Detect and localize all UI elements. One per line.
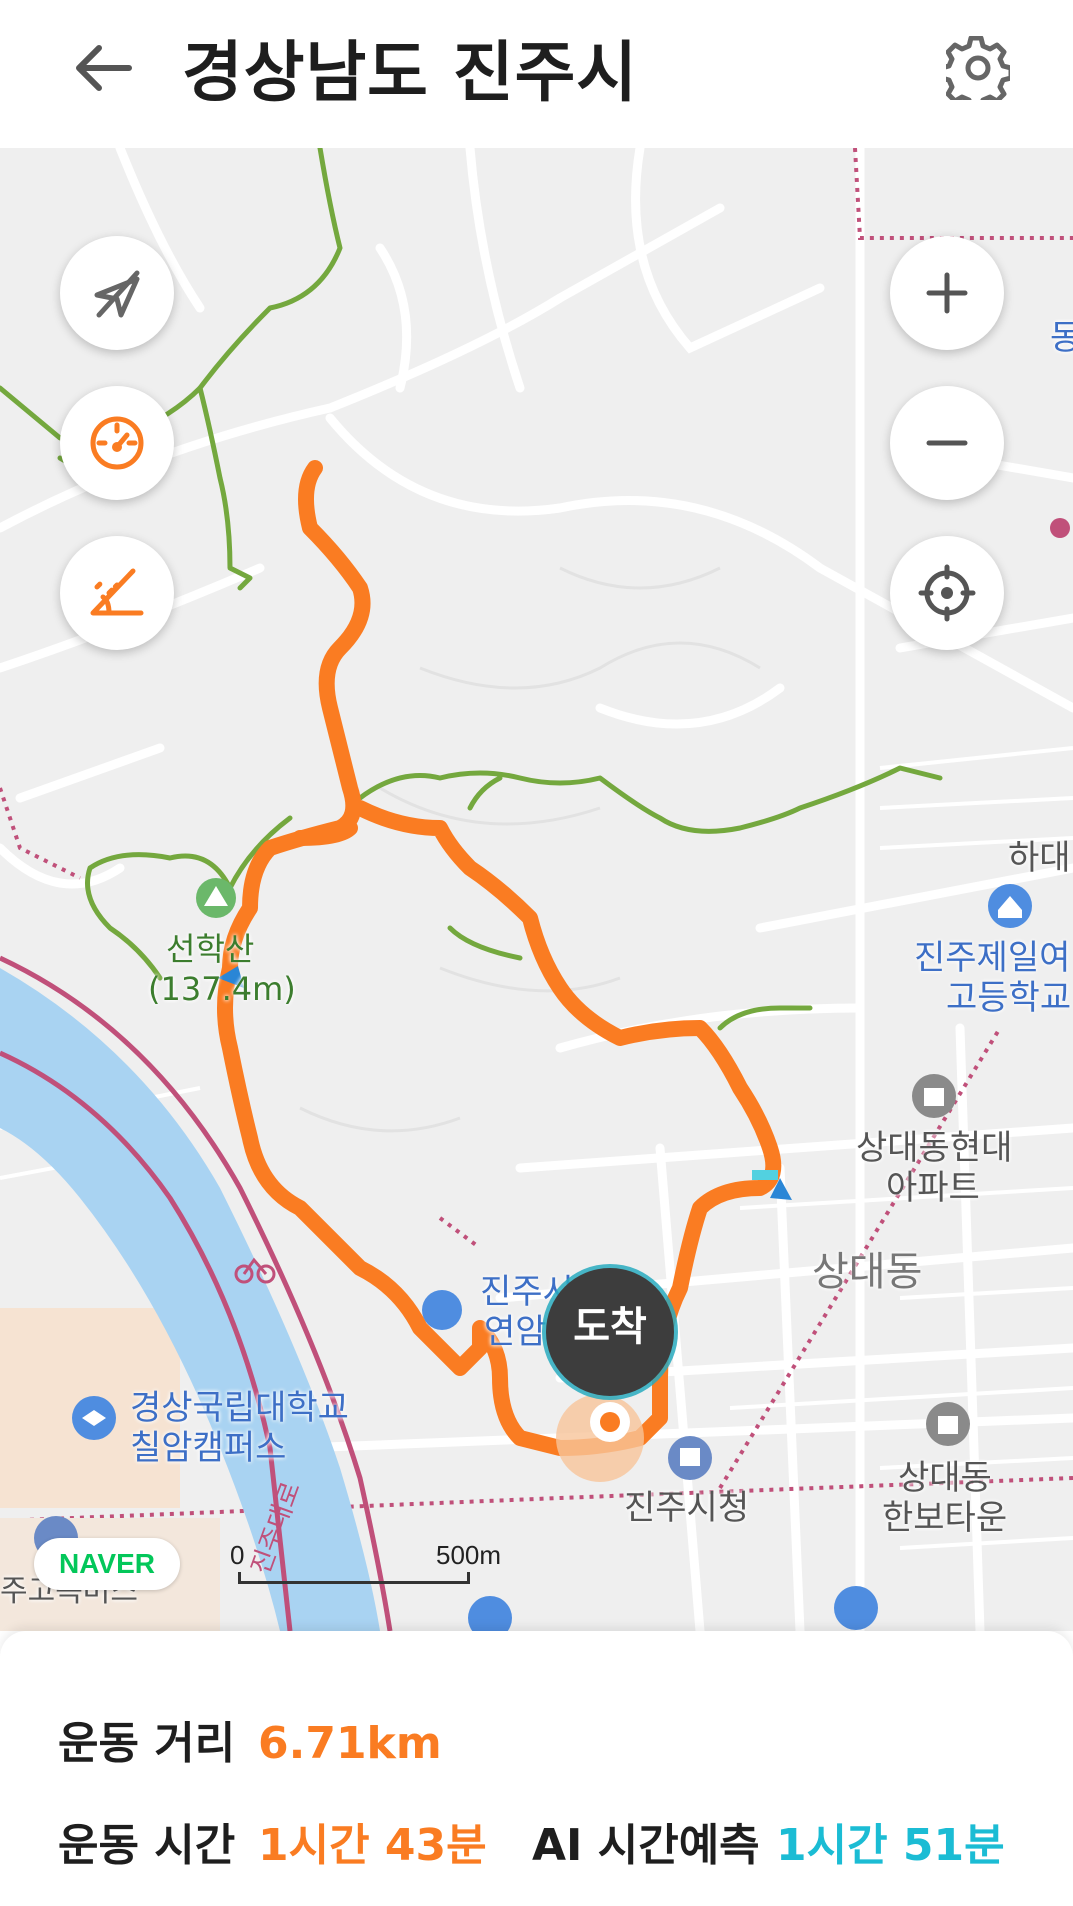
arrow-left-icon [76, 45, 132, 91]
time-label: 운동 시간 [58, 1820, 236, 1871]
apt2-line2-label: 한보타운 [882, 1498, 1008, 1538]
map-scale: 0 500m [230, 1540, 501, 1588]
ai-estimate-value: 1시간 51분 [776, 1820, 1005, 1871]
scale-max-label: 500m [436, 1540, 502, 1570]
stats-panel: 운동 거리 6.71km 운동 시간 1시간 43분 AI 시간예측 1시간 5… [0, 1631, 1073, 1906]
apt1-line2-label: 아파트 [886, 1168, 980, 1208]
peak-name-label: 선학산 [166, 930, 255, 968]
district-sangdae-label: 상대동 [812, 1249, 923, 1295]
distance-label: 운동 거리 [58, 1718, 236, 1769]
naver-logo[interactable]: NAVER [34, 1538, 180, 1590]
scale-zero-label: 0 [230, 1540, 245, 1570]
partial-label-2: 연암 [484, 1312, 547, 1352]
arrival-label: 도착 [573, 1304, 647, 1350]
district-hadae-label: 하대 [1008, 838, 1071, 878]
apt1-line1-label: 상대동현대 [856, 1128, 1013, 1168]
back-button[interactable] [62, 28, 142, 108]
time-value: 1시간 43분 [258, 1820, 487, 1871]
compass-slash-icon [94, 270, 140, 318]
distance-value: 6.71km [258, 1718, 442, 1769]
page-title: 경상남도 진주시 [182, 34, 639, 111]
university-line1-label: 경상국립대학교 [130, 1388, 349, 1428]
my-location-button[interactable] [890, 536, 1004, 650]
plus-icon [926, 272, 968, 314]
gear-icon [946, 36, 1010, 100]
school-line2-label: 고등학교 [946, 978, 1072, 1018]
app-header: 경상남도 진주시 [0, 0, 1073, 148]
crosshair-icon [918, 564, 976, 622]
map-view[interactable]: 선학산 (137.4m) 하대 진주제일여 고등학교 상대동현대 아파트 상대동… [0, 148, 1073, 1631]
school-line1-label: 진주제일여 [914, 938, 1071, 978]
city-hall-label: 진주시청 [624, 1488, 750, 1528]
speed-button[interactable] [60, 386, 174, 500]
partial-right-top-label: 동 [1050, 318, 1073, 358]
ai-estimate-label: AI 시간예측 [532, 1820, 760, 1871]
slope-angle-icon [90, 568, 144, 616]
scale-line [238, 1572, 470, 1584]
compass-off-button[interactable] [60, 236, 174, 350]
minus-icon [926, 440, 968, 446]
peak-height-label: (137.4m) [148, 970, 296, 1008]
slope-button[interactable] [60, 536, 174, 650]
zoom-in-button[interactable] [890, 236, 1004, 350]
university-line2-label: 칠암캠퍼스 [130, 1428, 287, 1468]
zoom-out-button[interactable] [890, 386, 1004, 500]
settings-button[interactable] [940, 30, 1016, 106]
apt2-line1-label: 상대동 [898, 1458, 992, 1498]
speedometer-icon [90, 416, 144, 470]
arrival-badge: 도착 [546, 1268, 674, 1396]
